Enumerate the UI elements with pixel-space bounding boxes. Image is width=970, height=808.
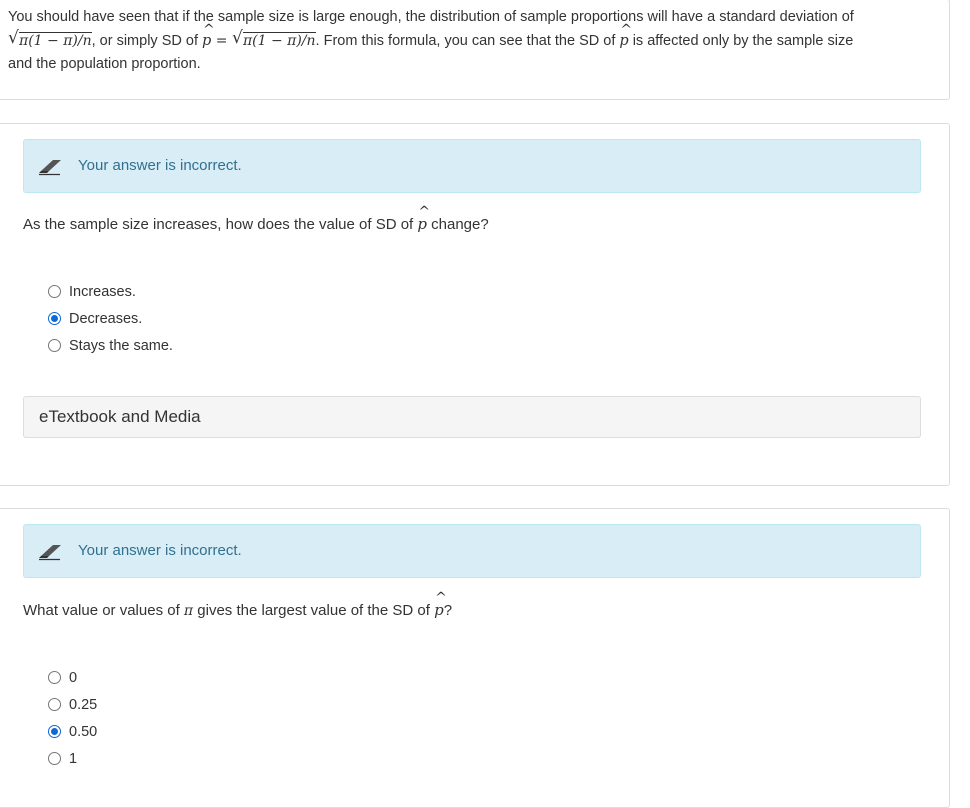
- option-stays-same[interactable]: Stays the same.: [48, 332, 173, 359]
- feedback-text: Your answer is incorrect.: [78, 157, 242, 174]
- radio-button[interactable]: [48, 285, 61, 298]
- p-hat-symbol: ^ p: [619, 21, 633, 49]
- answer-options: 0 0.25 0.50 1: [48, 664, 97, 772]
- option-0[interactable]: 0: [48, 664, 97, 691]
- answer-options: Increases. Decreases. Stays the same.: [48, 278, 173, 359]
- intro-line1: You should have seen that if the sample …: [8, 9, 854, 25]
- p-hat-symbol: ^ p: [434, 590, 447, 619]
- intro-line3: and the population proportion.: [8, 56, 201, 72]
- radio-button[interactable]: [48, 752, 61, 765]
- option-increases[interactable]: Increases.: [48, 278, 173, 305]
- etextbook-media-button[interactable]: eTextbook and Media: [23, 396, 921, 438]
- radio-button-selected[interactable]: [48, 725, 61, 738]
- option-1[interactable]: 1: [48, 745, 97, 772]
- option-0-25[interactable]: 0.25: [48, 691, 97, 718]
- option-label: 0.25: [69, 696, 98, 713]
- pencil-icon: [39, 160, 61, 176]
- intro-from-formula: . From this formula, you can see that th…: [315, 32, 620, 49]
- option-label: Decreases.: [69, 310, 143, 327]
- etextbook-label: eTextbook and Media: [39, 407, 201, 426]
- option-label: 0: [69, 669, 78, 686]
- option-label: Increases.: [69, 283, 136, 300]
- sd-formula-2: √ π(1 − π)/n: [231, 27, 316, 49]
- option-label: 1: [69, 750, 78, 767]
- option-decreases[interactable]: Decreases.: [48, 305, 173, 332]
- radio-button[interactable]: [48, 671, 61, 684]
- radio-button[interactable]: [48, 698, 61, 711]
- radio-button-selected[interactable]: [48, 312, 61, 325]
- intro-affected: is affected only by the sample size: [628, 32, 854, 49]
- pi-symbol: π: [183, 603, 194, 619]
- radio-button[interactable]: [48, 339, 61, 352]
- question-text: What value or values of π gives the larg…: [23, 590, 453, 619]
- feedback-alert: Your answer is incorrect.: [23, 139, 921, 193]
- option-label: 0.50: [69, 723, 98, 740]
- question-text: As the sample size increases, how does t…: [23, 204, 489, 233]
- p-hat-symbol: ^ p: [202, 21, 215, 49]
- option-0-50[interactable]: 0.50: [48, 718, 97, 745]
- pencil-icon: [39, 545, 61, 561]
- intro-or-simply: , or simply SD of: [91, 32, 202, 49]
- question-card-1: Your answer is incorrect. As the sample …: [0, 123, 950, 486]
- question-card-2: Your answer is incorrect. What value or …: [0, 508, 950, 808]
- intro-paragraph: You should have seen that if the sample …: [8, 6, 938, 77]
- feedback-text: Your answer is incorrect.: [78, 542, 242, 559]
- intro-card: You should have seen that if the sample …: [0, 0, 950, 100]
- option-label: Stays the same.: [69, 337, 173, 354]
- feedback-alert: Your answer is incorrect.: [23, 524, 921, 578]
- p-hat-symbol: ^ p: [417, 204, 431, 233]
- sd-formula: √ π(1 − π)/n: [8, 27, 92, 49]
